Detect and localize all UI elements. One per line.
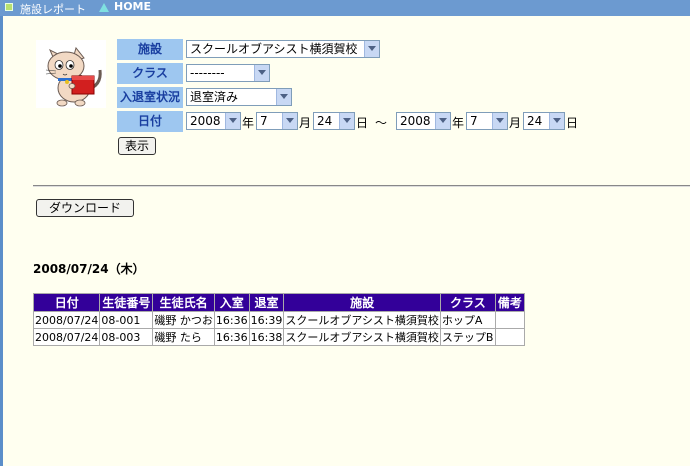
status-select[interactable]: 退室済み xyxy=(186,88,292,106)
class-select-value: -------- xyxy=(190,66,225,80)
month-unit: 月 xyxy=(299,116,312,130)
col-header-student-name: 生徒氏名 xyxy=(152,293,215,312)
cell-class: ホップA xyxy=(439,311,496,329)
from-day-value: 24 xyxy=(317,114,333,128)
cell-enter: 16:36 xyxy=(213,328,250,346)
cell-facility: スクールオブアシスト横須賀校 xyxy=(283,311,441,329)
chevron-down-icon[interactable] xyxy=(282,113,297,129)
report-title: 施設レポート xyxy=(20,3,86,16)
cell-enter: 16:36 xyxy=(213,311,250,329)
report-table: 日付 生徒番号 生徒氏名 入室 退室 施設 クラス 備考 2008/07/24 … xyxy=(32,293,525,346)
month-unit: 月 xyxy=(509,116,522,130)
triangle-icon xyxy=(99,3,109,12)
from-year-select[interactable]: 2008 xyxy=(186,112,241,130)
to-year-value: 2008 xyxy=(400,114,431,128)
col-header-exit: 退室 xyxy=(248,293,285,312)
col-header-class: クラス xyxy=(439,293,496,312)
day-unit: 日 xyxy=(566,116,579,130)
chevron-down-icon[interactable] xyxy=(225,113,240,129)
cell-class: ステップB xyxy=(439,328,496,346)
show-button[interactable]: 表示 xyxy=(118,137,156,155)
status-select-value: 退室済み xyxy=(190,90,239,104)
from-month-value: 7 xyxy=(260,114,268,128)
range-tilde: 〜 xyxy=(375,116,388,130)
day-unit: 日 xyxy=(356,116,369,130)
year-unit: 年 xyxy=(452,116,465,130)
cell-student-name: 磯野 かつお xyxy=(152,311,215,329)
cell-exit: 16:39 xyxy=(248,311,285,329)
from-day-select[interactable]: 24 xyxy=(313,112,355,130)
year-unit: 年 xyxy=(242,116,255,130)
cell-exit: 16:38 xyxy=(248,328,285,346)
status-label: 入退室状況 xyxy=(117,87,183,108)
cell-date: 2008/07/24 xyxy=(32,311,101,329)
col-header-date: 日付 xyxy=(32,293,101,312)
cell-notes xyxy=(494,311,525,329)
facility-label: 施設 xyxy=(117,39,183,60)
cell-facility: スクールオブアシスト横須賀校 xyxy=(283,328,441,346)
to-month-select[interactable]: 7 xyxy=(466,112,508,130)
cat-mascot-image xyxy=(36,40,106,108)
col-header-student-no: 生徒番号 xyxy=(99,293,154,312)
facility-select[interactable]: スクールオブアシスト横須賀校 xyxy=(186,40,380,58)
to-year-select[interactable]: 2008 xyxy=(396,112,451,130)
cell-student-no: 08-001 xyxy=(99,311,154,329)
to-month-value: 7 xyxy=(470,114,478,128)
top-bar: 施設レポート HOME xyxy=(0,0,690,16)
to-day-select[interactable]: 24 xyxy=(523,112,565,130)
col-header-facility: 施設 xyxy=(283,293,441,312)
cell-student-name: 磯野 たら xyxy=(152,328,215,346)
table-row: 2008/07/24 08-003 磯野 たら 16:36 16:38 スクール… xyxy=(32,328,525,346)
chevron-down-icon[interactable] xyxy=(435,113,450,129)
left-edge xyxy=(0,0,3,466)
chevron-down-icon[interactable] xyxy=(339,113,354,129)
facility-select-value: スクールオブアシスト横須賀校 xyxy=(190,42,358,56)
table-row: 2008/07/24 08-001 磯野 かつお 16:36 16:39 スクー… xyxy=(32,311,525,329)
from-year-value: 2008 xyxy=(190,114,221,128)
square-icon xyxy=(5,3,13,11)
date-heading: 2008/07/24（木） xyxy=(33,262,145,276)
date-label: 日付 xyxy=(117,111,183,132)
chevron-down-icon[interactable] xyxy=(364,41,379,57)
chevron-down-icon[interactable] xyxy=(276,89,291,105)
chevron-down-icon[interactable] xyxy=(492,113,507,129)
cell-date: 2008/07/24 xyxy=(32,328,101,346)
to-day-value: 24 xyxy=(527,114,543,128)
col-header-notes: 備考 xyxy=(494,293,525,312)
download-button[interactable]: ダウンロード xyxy=(36,199,134,217)
chevron-down-icon[interactable] xyxy=(254,65,269,81)
col-header-enter: 入室 xyxy=(213,293,250,312)
home-link[interactable]: HOME xyxy=(114,0,151,13)
cell-student-no: 08-003 xyxy=(99,328,154,346)
class-label: クラス xyxy=(117,63,183,84)
from-month-select[interactable]: 7 xyxy=(256,112,298,130)
cell-notes xyxy=(494,328,525,346)
chevron-down-icon[interactable] xyxy=(549,113,564,129)
table-header-row: 日付 生徒番号 生徒氏名 入室 退室 施設 クラス 備考 xyxy=(32,293,525,312)
divider xyxy=(33,185,690,187)
class-select[interactable]: -------- xyxy=(186,64,270,82)
